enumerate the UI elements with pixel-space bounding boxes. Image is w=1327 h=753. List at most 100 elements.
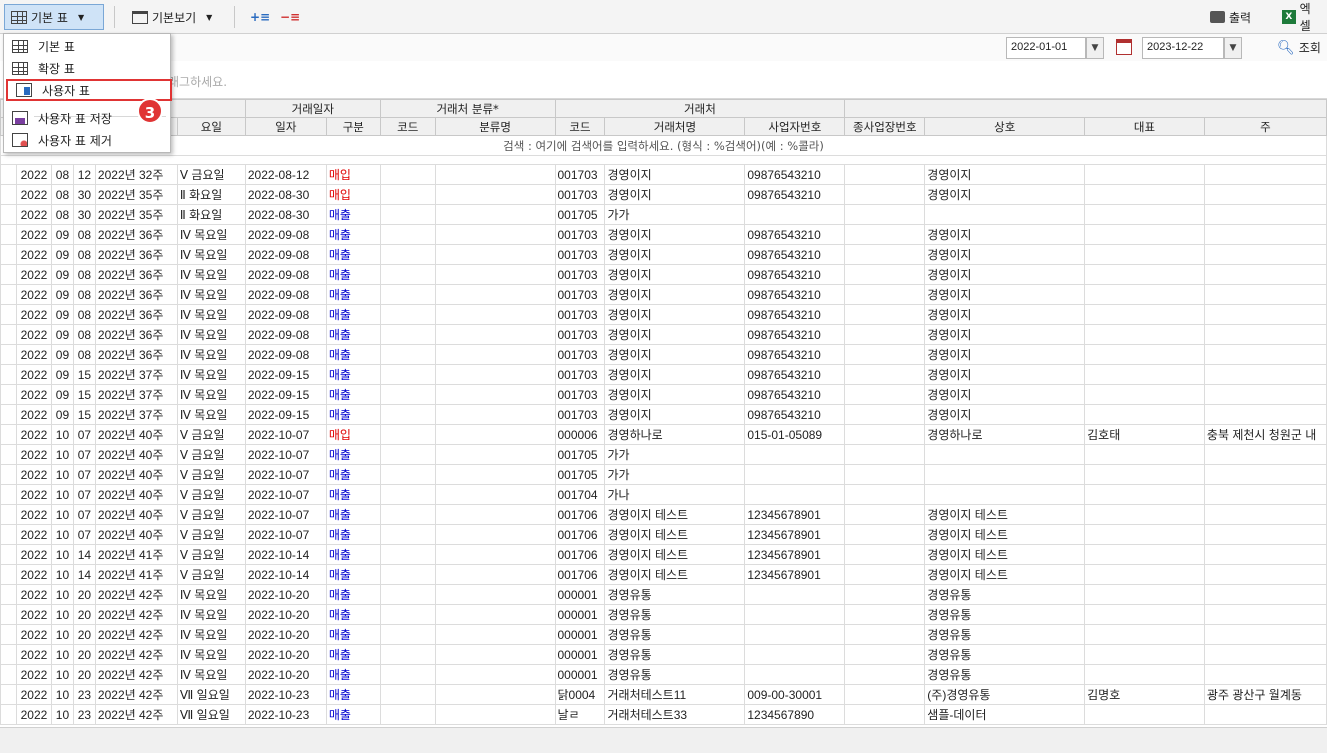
cell-week[interactable]: 2022년 40주 [94, 444, 178, 465]
cell-month[interactable]: 10 [50, 644, 74, 665]
cell-month[interactable]: 09 [50, 384, 74, 405]
cell-business-number[interactable] [744, 644, 846, 665]
cell-week[interactable]: 2022년 40주 [94, 524, 178, 545]
cell-partner-name[interactable]: 경영이지 테스트 [604, 564, 746, 585]
table-row[interactable]: 2022 08 12 2022년 32주 Ⅴ 금요일 2022-08-12 매입 001703… [0, 164, 1327, 185]
cell-address[interactable] [1203, 344, 1327, 365]
cell-partner-name[interactable]: 경영유통 [604, 664, 746, 685]
cell-day[interactable]: 20 [72, 604, 96, 625]
cell-month[interactable]: 10 [50, 444, 74, 465]
row-indicator[interactable] [0, 264, 17, 285]
cell-year[interactable]: 2022 [15, 504, 52, 525]
cell-type[interactable]: 매출 [325, 344, 381, 365]
cell-business-number[interactable] [744, 664, 846, 685]
cell-representative[interactable] [1084, 544, 1205, 565]
cell-partner-name[interactable]: 경영이지 [604, 244, 746, 265]
cell-sub-business-number[interactable] [844, 524, 926, 545]
cell-date[interactable]: 2022-10-20 [244, 664, 327, 685]
cell-weekday[interactable]: Ⅴ 금요일 [176, 504, 246, 525]
cell-day[interactable]: 14 [72, 544, 96, 565]
cell-date[interactable]: 2022-10-07 [244, 524, 327, 545]
row-indicator[interactable] [0, 244, 17, 265]
cell-partner-name[interactable]: 경영이지 [604, 164, 746, 185]
cell-type[interactable]: 매출 [325, 204, 381, 225]
cell-partner-code[interactable]: 001703 [554, 364, 606, 385]
cell-business-number[interactable]: 09876543210 [744, 344, 846, 365]
cell-year[interactable]: 2022 [15, 644, 52, 665]
cell-date[interactable]: 2022-10-23 [244, 704, 327, 725]
cell-date[interactable]: 2022-09-08 [244, 324, 327, 345]
cell-week[interactable]: 2022년 40주 [94, 504, 178, 525]
cell-date[interactable]: 2022-10-07 [244, 484, 327, 505]
cell-partner-name[interactable]: 가가 [604, 204, 746, 225]
cell-partner-name[interactable]: 가가 [604, 464, 746, 485]
cell-month[interactable]: 09 [50, 284, 74, 305]
table-row[interactable]: 2022 10 07 2022년 40주 Ⅴ 금요일 2022-10-07 매출 001704… [0, 484, 1327, 505]
cell-company-name[interactable]: 경영이지 테스트 [924, 564, 1086, 585]
cell-month[interactable]: 09 [50, 224, 74, 245]
row-indicator[interactable] [0, 184, 17, 205]
cell-day[interactable]: 08 [72, 344, 96, 365]
cell-day[interactable]: 08 [72, 244, 96, 265]
cell-partner-code[interactable]: 001703 [554, 264, 606, 285]
cell-representative[interactable] [1084, 464, 1205, 485]
cell-address[interactable]: 충북 제천시 청원군 내 [1203, 424, 1327, 445]
cell-partner-code[interactable]: 닭0004 [554, 684, 606, 705]
cell-sub-business-number[interactable] [844, 484, 926, 505]
table-row[interactable]: 2022 10 20 2022년 42주 Ⅳ 목요일 2022-10-20 매출 000001… [0, 584, 1327, 605]
cell-partner-code[interactable]: 001703 [554, 224, 606, 245]
cell-month[interactable]: 10 [50, 704, 74, 725]
cell-business-number[interactable]: 09876543210 [744, 304, 846, 325]
cell-date[interactable]: 2022-10-23 [244, 684, 327, 705]
cell-category-name[interactable] [434, 264, 556, 285]
cell-partner-code[interactable]: 001703 [554, 164, 606, 185]
cell-date[interactable]: 2022-10-07 [244, 424, 327, 445]
cell-sub-business-number[interactable] [844, 664, 926, 685]
cell-category-code[interactable] [379, 624, 436, 645]
table-row[interactable]: 2022 09 08 2022년 36주 Ⅳ 목요일 2022-09-08 매출 001703… [0, 304, 1327, 325]
cell-week[interactable]: 2022년 36주 [94, 264, 178, 285]
cell-day[interactable]: 15 [72, 364, 96, 385]
cell-company-name[interactable]: 경영이지 [924, 164, 1086, 185]
cell-company-name[interactable] [924, 484, 1086, 505]
cell-address[interactable] [1203, 524, 1327, 545]
row-indicator[interactable] [0, 564, 17, 585]
cell-address[interactable] [1203, 304, 1327, 325]
cell-date[interactable]: 2022-09-08 [244, 284, 327, 305]
cell-partner-code[interactable]: 001706 [554, 524, 606, 545]
cell-company-name[interactable]: 경영이지 [924, 344, 1086, 365]
table-row[interactable]: 2022 10 07 2022년 40주 Ⅴ 금요일 2022-10-07 매출 001705… [0, 464, 1327, 485]
row-indicator[interactable] [0, 224, 17, 245]
row-indicator[interactable] [0, 204, 17, 225]
cell-partner-code[interactable]: 000001 [554, 664, 606, 685]
cell-business-number[interactable]: 09876543210 [744, 184, 846, 205]
cell-weekday[interactable]: Ⅴ 금요일 [176, 464, 246, 485]
search-filter-row[interactable]: 검색 : 여기에 검색어를 입력하세요. (형식 : %검색어)(예 : %콜라… [0, 135, 1327, 156]
cell-day[interactable]: 30 [72, 184, 96, 205]
cell-partner-code[interactable]: 001705 [554, 464, 606, 485]
cell-date[interactable]: 2022-09-15 [244, 404, 327, 425]
cell-type[interactable]: 매출 [325, 524, 381, 545]
cell-partner-code[interactable]: 000001 [554, 604, 606, 625]
group-drop-area[interactable]: 래그하세요. [0, 61, 1327, 99]
cell-category-code[interactable] [379, 704, 436, 725]
cell-partner-code[interactable]: 001703 [554, 304, 606, 325]
table-row[interactable]: 2022 09 08 2022년 36주 Ⅳ 목요일 2022-09-08 매출 001703… [0, 284, 1327, 305]
cell-address[interactable] [1203, 544, 1327, 565]
cell-business-number[interactable] [744, 484, 846, 505]
cell-month[interactable]: 10 [50, 544, 74, 565]
cell-business-number[interactable]: 12345678901 [744, 524, 846, 545]
table-row[interactable]: 2022 10 20 2022년 42주 Ⅳ 목요일 2022-10-20 매출 000001… [0, 604, 1327, 625]
cell-type[interactable]: 매출 [325, 404, 381, 425]
cell-representative[interactable] [1084, 224, 1205, 245]
cell-type[interactable]: 매출 [325, 584, 381, 605]
cell-day[interactable]: 15 [72, 404, 96, 425]
cell-day[interactable]: 20 [72, 624, 96, 645]
cell-partner-name[interactable]: 경영이지 [604, 344, 746, 365]
cell-type[interactable]: 매출 [325, 384, 381, 405]
cell-address[interactable] [1203, 564, 1327, 585]
cell-date[interactable]: 2022-10-14 [244, 564, 327, 585]
cell-partner-name[interactable]: 가나 [604, 484, 746, 505]
cell-type[interactable]: 매출 [325, 284, 381, 305]
cell-weekday[interactable]: Ⅳ 목요일 [176, 624, 246, 645]
